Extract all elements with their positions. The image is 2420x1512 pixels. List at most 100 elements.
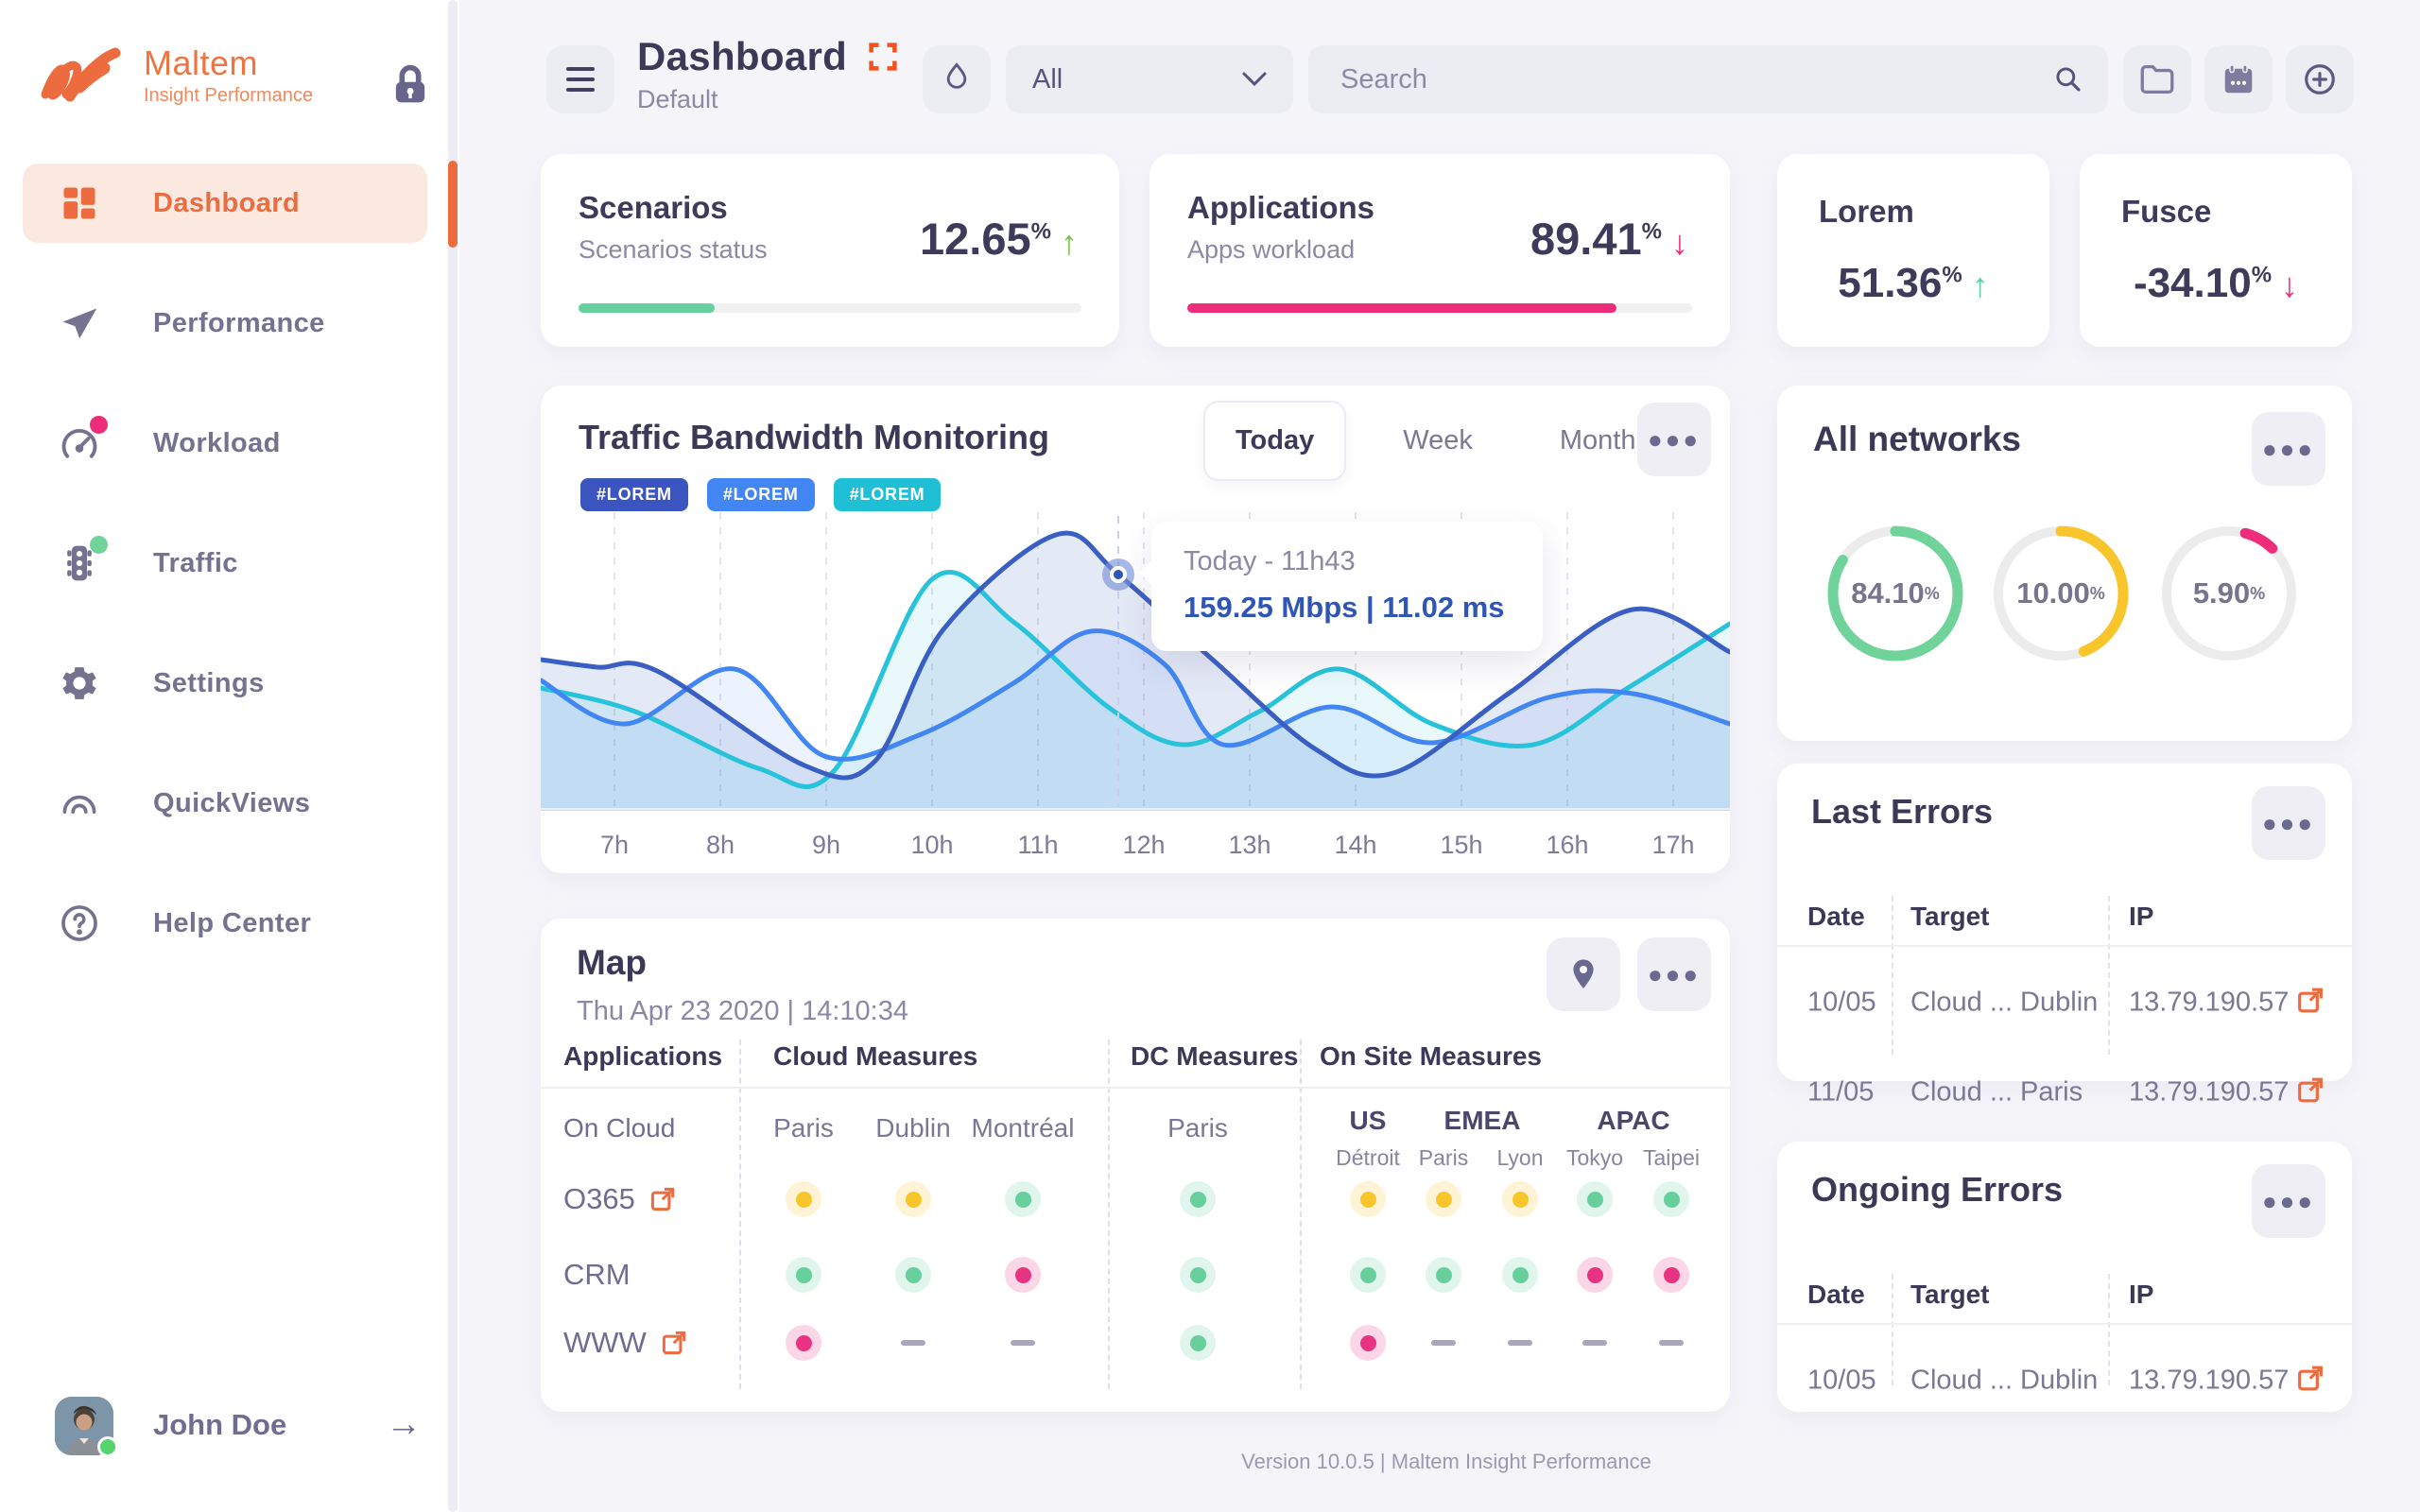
sidebar-item-label: Traffic: [153, 548, 238, 579]
sidebar-item-performance[interactable]: Performance: [23, 284, 427, 363]
x-tick-label: 15h: [1440, 831, 1482, 860]
theme-drop-button[interactable]: [923, 45, 991, 113]
region-city-label: Lyon: [1496, 1145, 1543, 1171]
stat-value: -34.10%↓: [2080, 260, 2352, 307]
external-link-icon[interactable]: [648, 1185, 677, 1213]
stat-subtitle: Apps workload: [1187, 235, 1374, 265]
traffic-light-icon: [59, 542, 100, 584]
map-card: Map Thu Apr 23 2020 | 14:10:34 ●●● Appli…: [541, 919, 1730, 1412]
status-dot-ok: [1577, 1181, 1613, 1217]
folder-button[interactable]: [2123, 45, 2191, 113]
sidebar-item-quickviews[interactable]: QuickViews: [23, 764, 427, 843]
sidebar-item-label: Settings: [153, 668, 265, 699]
group-header: DC Measures: [1131, 1041, 1298, 1072]
app-root: Maltem Insight Performance Dashboard Perf…: [0, 0, 2420, 1512]
status-dot-warn: [1426, 1181, 1461, 1217]
sidebar-item-workload[interactable]: Workload: [23, 404, 427, 483]
stat-value: 12.65%↑: [920, 213, 1078, 265]
x-tick-label: 11h: [1017, 831, 1058, 860]
external-link-icon[interactable]: [660, 1329, 688, 1357]
hashtag-chip[interactable]: #LOREM: [580, 478, 688, 511]
column-header: Date: [1807, 902, 1865, 932]
status-dot-ok: [1502, 1257, 1538, 1293]
status-dot-ok: [1653, 1181, 1689, 1217]
calendar-icon: [2221, 62, 2256, 96]
hashtag-chip[interactable]: #LOREM: [707, 478, 815, 511]
networks-more-button[interactable]: ●●●: [2252, 412, 2325, 486]
ongoing-errors-card: Ongoing Errors ●●● DateTargetIP10/05Clou…: [1777, 1142, 2352, 1412]
lock-icon[interactable]: [386, 59, 435, 112]
search-input[interactable]: [1340, 64, 2053, 95]
sidebar-item-label: Help Center: [153, 908, 311, 939]
chart-x-axis: 7h8h9h10h11h12h13h14h15h16h17h: [541, 808, 1730, 873]
hashtag-chip[interactable]: #LOREM: [834, 478, 942, 511]
search-icon[interactable]: [2053, 64, 2083, 94]
sidebar-item-dashboard[interactable]: Dashboard: [23, 163, 427, 243]
chart-marker-dot: [1110, 566, 1127, 583]
external-link-icon[interactable]: [2295, 1075, 2325, 1110]
ring-value-label: 5.90%: [2153, 518, 2305, 669]
sidebar-item-help-center[interactable]: Help Center: [23, 884, 427, 963]
error-ip: 13.79.190.57: [2129, 1077, 2289, 1108]
status-dot-ok: [1350, 1257, 1386, 1293]
hamburger-icon: [566, 67, 595, 92]
trend-up-icon: ↑: [1972, 266, 1989, 304]
ongoing-errors-title: Ongoing Errors: [1811, 1170, 2063, 1210]
progress-fill: [579, 303, 715, 313]
sidebar-item-label: Workload: [153, 428, 281, 459]
sidebar-item-settings[interactable]: Settings: [23, 644, 427, 723]
external-link-icon[interactable]: [2295, 986, 2325, 1021]
app-row-label: O365: [563, 1182, 677, 1216]
active-nav-indicator: [448, 161, 458, 248]
logout-arrow-icon[interactable]: →: [386, 1404, 422, 1445]
brand-tagline: Insight Performance: [144, 85, 313, 107]
tooltip-value: 159.25 Mbps | 11.02 ms: [1184, 591, 1505, 625]
expand-icon[interactable]: [866, 40, 900, 74]
error-target: Cloud ... Dublin: [1910, 1366, 2098, 1397]
column-divider: [1300, 1040, 1302, 1389]
x-tick-label: 9h: [812, 831, 840, 860]
region-city-label: Taipei: [1643, 1145, 1700, 1171]
calendar-button[interactable]: [2204, 45, 2273, 113]
trend-down-icon: ↓: [2281, 266, 2298, 304]
column-header: IP: [2129, 902, 2153, 932]
status-dot-ok: [1426, 1257, 1461, 1293]
tab-week[interactable]: Week: [1373, 403, 1503, 479]
status-dot-err: [1005, 1257, 1041, 1293]
trend-down-icon: ↓: [1671, 223, 1688, 262]
version-footer: Version 10.0.5 | Maltem Insight Performa…: [541, 1450, 2352, 1474]
sidebar-item-traffic[interactable]: Traffic: [23, 524, 427, 603]
x-tick-label: 10h: [910, 831, 953, 860]
all-networks-card: All networks ●●● 84.10%10.00%5.90%: [1777, 386, 2352, 741]
error-target: Cloud ... Paris: [1910, 1077, 2083, 1108]
ongoing-errors-more-button[interactable]: ●●●: [2252, 1164, 2325, 1238]
group-header: Applications: [563, 1041, 722, 1072]
tab-today[interactable]: Today: [1203, 401, 1346, 481]
droplet-icon: [941, 61, 973, 97]
external-link-icon[interactable]: [2295, 1364, 2325, 1399]
stat-title: Lorem: [1819, 194, 1914, 230]
traffic-period-tabs: TodayWeekMonth: [1203, 401, 1666, 481]
page-title: Dashboard: [637, 34, 847, 79]
traffic-more-button[interactable]: ●●●: [1637, 403, 1711, 476]
sidebar-item-label: Dashboard: [153, 188, 300, 219]
ongoing-errors-table: DateTargetIP10/05Cloud ... Dublin13.79.1…: [1777, 1264, 2352, 1412]
x-tick-label: 17h: [1651, 831, 1694, 860]
add-button[interactable]: [2286, 45, 2354, 113]
error-ip: 13.79.190.57: [2129, 1366, 2289, 1397]
brand-logo-icon: [38, 45, 129, 106]
stat-value: 89.41%↓: [1530, 213, 1688, 265]
cloud-column-label: Montréal: [972, 1113, 1075, 1143]
column-divider: [2108, 1274, 2110, 1385]
gear-icon: [59, 662, 100, 704]
brand: Maltem Insight Performance: [38, 43, 313, 107]
sidebar: Maltem Insight Performance Dashboard Perf…: [0, 0, 459, 1512]
status-dot-ok: [1005, 1181, 1041, 1217]
sidebar-nav: Dashboard Performance Workload Traffic Setti…: [23, 163, 427, 1004]
menu-button[interactable]: [546, 45, 614, 113]
last-errors-table: DateTargetIP10/05Cloud ... Dublin13.79.1…: [1777, 886, 2352, 1081]
region-label: APAC: [1597, 1106, 1669, 1136]
last-errors-more-button[interactable]: ●●●: [2252, 786, 2325, 860]
column-divider: [1892, 896, 1893, 1055]
filter-select[interactable]: All: [1006, 45, 1293, 113]
